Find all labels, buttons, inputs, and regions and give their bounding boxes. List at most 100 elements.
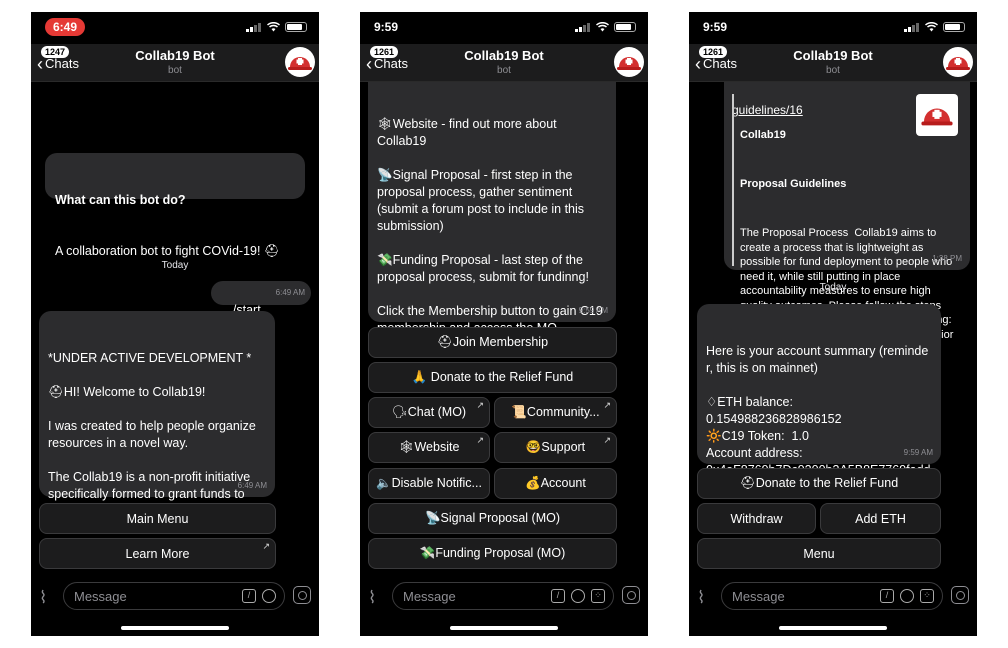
intro-text: A collaboration bot to fight COVid-19! ⛑ bbox=[55, 244, 280, 258]
outgoing-message: /start 6:49 AM bbox=[211, 281, 311, 317]
website-button[interactable]: 🕸Website ↗ bbox=[368, 432, 490, 463]
account-button[interactable]: 💰Account bbox=[494, 468, 617, 499]
learn-more-button[interactable]: Learn More ↗ bbox=[39, 538, 276, 569]
status-bar: 9:59 bbox=[360, 12, 648, 44]
join-membership-button[interactable]: ⛑Join Membership bbox=[368, 327, 617, 358]
chat-title: Collab19 Bot bbox=[793, 48, 873, 63]
menu-description-message: 🕸Website - find out more about Collab19 … bbox=[368, 74, 616, 352]
message-time: 9:59 AM bbox=[903, 448, 933, 457]
helmet-icon bbox=[921, 108, 953, 126]
attach-icon[interactable]: ⌇ bbox=[368, 588, 376, 608]
button-label: 🙏 Donate to the Relief Fund bbox=[411, 370, 574, 384]
donate-relief-fund-button[interactable]: ⛑Donate to the Relief Fund bbox=[697, 468, 941, 499]
main-menu-button[interactable]: Main Menu bbox=[39, 503, 276, 534]
message-time: 9:59 AM bbox=[578, 306, 608, 315]
button-label: Menu bbox=[803, 546, 835, 561]
welcome-message: *UNDER ACTIVE DEVELOPMENT * ⛑HI! Welcome… bbox=[39, 311, 275, 518]
chat-header: 1247 ‹ Chats Collab19 Bot bot bbox=[31, 44, 319, 82]
preview-title: Proposal Guidelines bbox=[740, 178, 847, 190]
message-input[interactable]: Message / ⁘ bbox=[721, 582, 943, 610]
button-label: 🤓Support bbox=[525, 440, 586, 454]
helmet-icon bbox=[617, 57, 641, 70]
chat-mo-button[interactable]: 🗣Chat (MO) ↗ bbox=[368, 397, 490, 428]
battery-icon bbox=[943, 22, 965, 32]
camera-icon[interactable] bbox=[293, 586, 311, 604]
button-label: Main Menu bbox=[126, 511, 189, 526]
message-time: 1:38 PM bbox=[932, 254, 962, 263]
camera-icon[interactable] bbox=[622, 586, 640, 604]
donate-relief-fund-button[interactable]: 🙏 Donate to the Relief Fund bbox=[368, 362, 617, 393]
button-label: ⛑Donate to the Relief Fund bbox=[739, 476, 899, 490]
button-label: Learn More bbox=[125, 546, 190, 561]
button-label: Withdraw bbox=[730, 511, 783, 526]
phone-screen-2: 9:59 1261 ‹ Chats Collab19 Bot bot 🕸Websi… bbox=[360, 12, 648, 636]
command-icon[interactable]: / bbox=[242, 589, 256, 603]
date-separator: Today bbox=[161, 260, 189, 271]
button-label: Add ETH bbox=[855, 511, 906, 526]
withdraw-button[interactable]: Withdraw bbox=[697, 503, 816, 534]
command-icon[interactable]: / bbox=[880, 589, 894, 603]
funding-proposal-button[interactable]: 💸Funding Proposal (MO) bbox=[368, 538, 617, 569]
link-preview[interactable]: Collab19 Proposal Guidelines The Proposa… bbox=[732, 94, 960, 355]
home-indicator bbox=[121, 626, 229, 630]
welcome-text: *UNDER ACTIVE DEVELOPMENT * ⛑HI! Welcome… bbox=[48, 351, 256, 518]
menu-description-text: 🕸Website - find out more about Collab19 … bbox=[377, 117, 603, 352]
camera-icon[interactable] bbox=[951, 586, 969, 604]
signal-icon bbox=[246, 22, 262, 32]
bot-avatar[interactable] bbox=[943, 47, 973, 77]
disable-notifications-button[interactable]: 🔈Disable Notific... bbox=[368, 468, 490, 499]
bot-avatar[interactable] bbox=[614, 47, 644, 77]
signal-icon bbox=[904, 22, 920, 32]
signal-proposal-button[interactable]: 📡Signal Proposal (MO) bbox=[368, 503, 617, 534]
sticker-icon[interactable] bbox=[900, 589, 914, 603]
intro-title: What can this bot do? bbox=[55, 193, 186, 207]
chat-subtitle: bot bbox=[168, 65, 182, 76]
wifi-icon bbox=[596, 22, 609, 32]
button-label: 💰Account bbox=[525, 476, 586, 490]
bot-avatar[interactable] bbox=[285, 47, 315, 77]
input-placeholder: Message bbox=[74, 589, 127, 604]
keyboard-grid-icon[interactable]: ⁘ bbox=[920, 589, 934, 603]
add-eth-button[interactable]: Add ETH bbox=[820, 503, 941, 534]
chat-header: 1261 ‹ Chats Collab19 Bot bot bbox=[689, 44, 977, 82]
button-label: 🔈Disable Notific... bbox=[376, 476, 482, 490]
menu-button[interactable]: Menu bbox=[697, 538, 941, 569]
phone-screen-1: 6:49 1247 ‹ Chats Collab19 Bot bot What c… bbox=[31, 12, 319, 636]
message-input[interactable]: Message / bbox=[63, 582, 285, 610]
attach-icon[interactable]: ⌇ bbox=[39, 588, 47, 608]
external-link-icon: ↗ bbox=[262, 541, 270, 551]
community-button[interactable]: 📜Community... ↗ bbox=[494, 397, 617, 428]
external-link-icon: ↗ bbox=[603, 435, 611, 445]
button-label: ⛑Join Membership bbox=[436, 335, 549, 349]
button-label: 📡Signal Proposal (MO) bbox=[424, 511, 561, 525]
external-link-icon: ↗ bbox=[476, 435, 484, 445]
command-icon[interactable]: / bbox=[551, 589, 565, 603]
external-link-icon: ↗ bbox=[603, 400, 611, 410]
attach-icon[interactable]: ⌇ bbox=[697, 588, 705, 608]
chat-header: 1261 ‹ Chats Collab19 Bot bot bbox=[360, 44, 648, 82]
chat-subtitle: bot bbox=[497, 65, 511, 76]
home-indicator bbox=[779, 626, 887, 630]
signal-icon bbox=[575, 22, 591, 32]
input-placeholder: Message bbox=[403, 589, 456, 604]
status-time: 9:59 bbox=[374, 20, 399, 34]
bot-intro-bubble: What can this bot do? A collaboration bo… bbox=[45, 153, 305, 258]
status-bar: 6:49 bbox=[31, 12, 319, 44]
sticker-icon[interactable] bbox=[571, 589, 585, 603]
input-placeholder: Message bbox=[732, 589, 785, 604]
date-separator: Today bbox=[819, 282, 847, 293]
status-bar: 9:59 bbox=[689, 12, 977, 44]
battery-icon bbox=[614, 22, 636, 32]
external-link-icon: ↗ bbox=[476, 400, 484, 410]
status-time: 9:59 bbox=[703, 20, 728, 34]
support-button[interactable]: 🤓Support ↗ bbox=[494, 432, 617, 463]
preview-thumbnail bbox=[916, 94, 958, 136]
chat-title: Collab19 Bot bbox=[135, 48, 215, 63]
status-time: 6:49 bbox=[45, 18, 86, 36]
keyboard-grid-icon[interactable]: ⁘ bbox=[591, 589, 605, 603]
sticker-icon[interactable] bbox=[262, 589, 276, 603]
phone-screen-3: 9:59 1261 ‹ Chats Collab19 Bot bot guidel… bbox=[689, 12, 977, 636]
wifi-icon bbox=[267, 22, 280, 32]
message-input[interactable]: Message / ⁘ bbox=[392, 582, 614, 610]
button-label: 📜Community... bbox=[511, 405, 600, 419]
